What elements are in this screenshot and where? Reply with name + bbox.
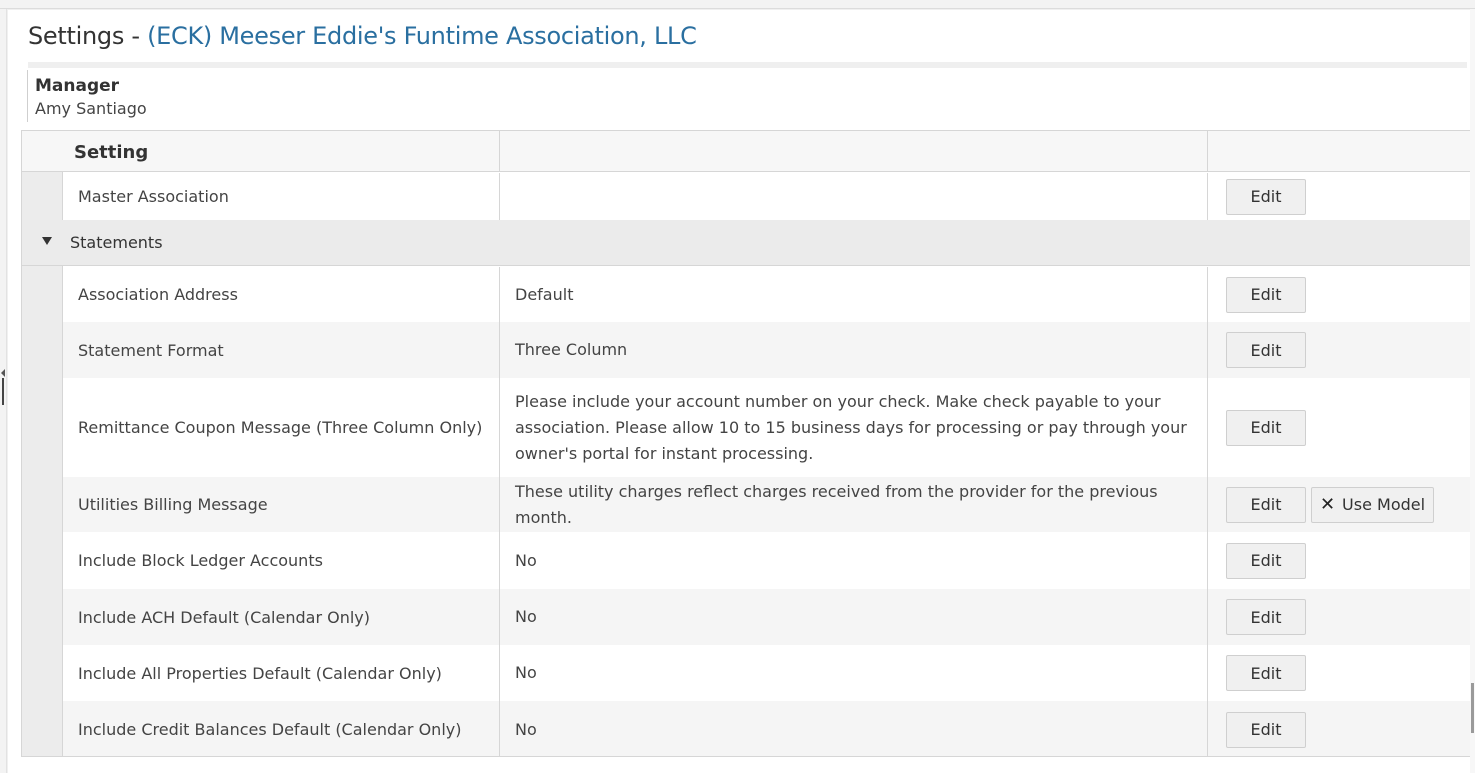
row-actions: Edit — [1208, 173, 1470, 220]
edit-button[interactable]: Edit — [1226, 409, 1306, 446]
table-row: Statement Format Three Column Edit — [63, 322, 1470, 378]
panel-collapse-handle[interactable] — [1, 369, 5, 405]
setting-name: Include ACH Default (Calendar Only) — [63, 589, 500, 645]
edit-button[interactable]: Edit — [1226, 542, 1306, 579]
top-strip — [0, 0, 1475, 9]
setting-name: Include All Properties Default (Calendar… — [63, 645, 500, 701]
settings-grid: Setting Master Association Edit Statemen… — [21, 130, 1471, 757]
setting-value: No — [500, 701, 1208, 756]
edit-button[interactable]: Edit — [1226, 655, 1306, 691]
handle-bar — [2, 378, 4, 405]
scrollbar-thumb[interactable] — [1471, 683, 1474, 733]
manager-info: Manager Amy Santiago — [27, 70, 1467, 122]
row-actions: Edit — [1208, 378, 1470, 477]
title-divider — [28, 62, 1467, 68]
close-x-icon: ✕ — [1319, 493, 1336, 515]
row-actions: Edit ✕ Use Model — [1208, 477, 1470, 532]
row-actions: Edit — [1208, 267, 1470, 322]
edit-button[interactable]: Edit — [1226, 276, 1306, 313]
setting-name: Master Association — [63, 173, 500, 220]
setting-value: Please include your account number on yo… — [500, 378, 1208, 477]
edit-button[interactable]: Edit — [1226, 332, 1306, 368]
table-row: Association Address Default Edit — [63, 267, 1470, 322]
setting-value: No — [500, 532, 1208, 589]
row-actions: Edit — [1208, 322, 1470, 378]
table-row: Remittance Coupon Message (Three Column … — [63, 378, 1470, 477]
setting-name: Include Credit Balances Default (Calenda… — [63, 701, 500, 756]
row-actions: Edit — [1208, 532, 1470, 589]
row-actions: Edit — [1208, 645, 1470, 701]
settings-page: Settings - (ECK) Meeser Eddie's Funtime … — [8, 10, 1475, 773]
edit-button[interactable]: Edit — [1226, 486, 1306, 523]
setting-name: Association Address — [63, 267, 500, 322]
setting-value: No — [500, 589, 1208, 645]
setting-value — [500, 173, 1208, 220]
column-header-value — [500, 131, 1208, 172]
setting-name: Remittance Coupon Message (Three Column … — [63, 378, 500, 477]
setting-value: Three Column — [500, 322, 1208, 378]
row-actions: Edit — [1208, 701, 1470, 756]
table-row: Include Block Ledger Accounts No Edit — [63, 532, 1470, 589]
table-row: Utilities Billing Message These utility … — [63, 477, 1470, 532]
vertical-scrollbar[interactable] — [1470, 9, 1475, 773]
setting-value: Default — [500, 267, 1208, 322]
page-title: Settings - (ECK) Meeser Eddie's Funtime … — [28, 22, 697, 50]
edit-button[interactable]: Edit — [1226, 599, 1306, 635]
page-title-prefix: Settings - — [28, 22, 148, 50]
setting-name: Include Block Ledger Accounts — [63, 532, 500, 589]
group-label: Statements — [70, 233, 163, 252]
table-row: Include ACH Default (Calendar Only) No E… — [63, 589, 1470, 645]
table-row: Include All Properties Default (Calendar… — [63, 645, 1470, 701]
association-link[interactable]: (ECK) Meeser Eddie's Funtime Association… — [147, 22, 697, 50]
row-actions: Edit — [1208, 589, 1470, 645]
column-header-setting[interactable]: Setting — [63, 131, 500, 172]
setting-value: No — [500, 645, 1208, 701]
use-model-button[interactable]: ✕ Use Model — [1311, 486, 1434, 523]
manager-label: Manager — [35, 76, 120, 96]
table-row: Master Association Edit — [63, 173, 1470, 220]
edit-button[interactable]: Edit — [1226, 178, 1306, 215]
table-row: Include Credit Balances Default (Calenda… — [63, 701, 1470, 756]
edit-button[interactable]: Edit — [1226, 711, 1306, 748]
arrow-left-icon — [1, 369, 5, 377]
setting-value: These utility charges reflect charges re… — [500, 477, 1208, 532]
setting-name: Statement Format — [63, 322, 500, 378]
left-panel-gutter — [0, 9, 7, 773]
caret-down-icon[interactable] — [42, 237, 52, 245]
manager-name: Amy Santiago — [35, 99, 147, 118]
group-row-statements[interactable]: Statements — [22, 220, 1470, 266]
setting-name: Utilities Billing Message — [63, 477, 500, 532]
use-model-label: Use Model — [1342, 495, 1426, 514]
grid-header: Setting — [22, 131, 1470, 172]
